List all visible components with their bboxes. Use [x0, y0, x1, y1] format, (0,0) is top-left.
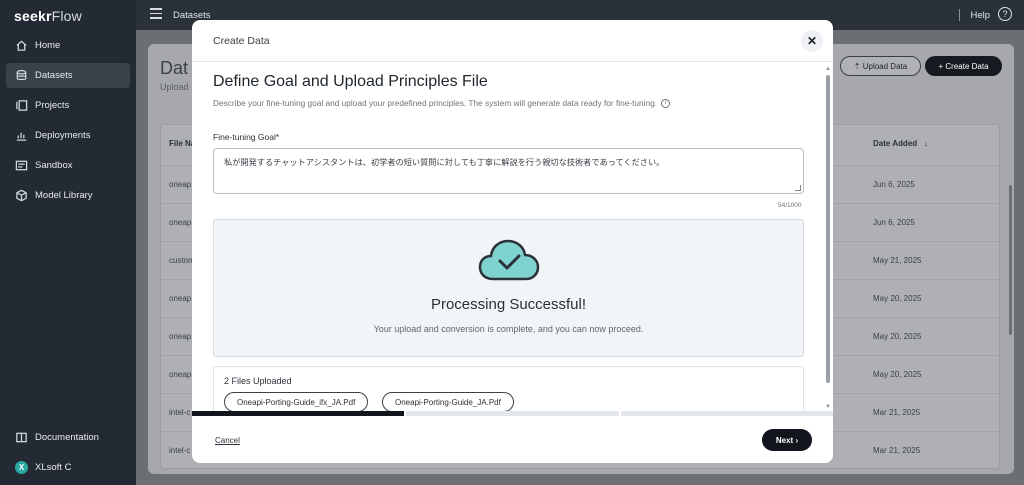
scroll-down-icon[interactable]: ▼ — [825, 404, 831, 410]
row-file-name: custom — [169, 256, 193, 265]
sandbox-icon — [15, 159, 28, 172]
sidebar-item-label: Deployments — [35, 130, 91, 141]
upload-status-panel: Processing Successful! Your upload and c… — [213, 219, 804, 357]
modal-scrollbar[interactable]: ▲ ▼ — [824, 63, 833, 411]
step-description: Describe your fine-tuning goal and uploa… — [213, 98, 670, 108]
sidebar-item-home[interactable]: Home — [6, 33, 130, 58]
page-title: Dat — [160, 58, 189, 78]
home-icon — [15, 39, 28, 52]
book-icon — [15, 431, 28, 444]
database-icon — [15, 69, 28, 82]
success-title: Processing Successful! — [430, 296, 587, 313]
menu-icon[interactable] — [150, 8, 162, 20]
sidebar-item-documentation[interactable]: Documentation — [6, 425, 130, 450]
success-subtitle: Your upload and conversion is complete, … — [373, 324, 644, 334]
char-counter: 54/1000 — [778, 202, 802, 209]
row-file-name: intel-c — [169, 446, 191, 455]
scroll-up-icon[interactable]: ▲ — [825, 66, 831, 72]
goal-label: Fine-tuning Goal* — [213, 132, 280, 142]
row-file-name: intel-c — [169, 408, 191, 417]
help-link[interactable]: Help — [970, 10, 990, 21]
step-heading: Define Goal and Upload Principles File — [213, 73, 488, 90]
sidebar-item-sandbox[interactable]: Sandbox — [6, 153, 130, 178]
files-count: 2 Files Uploaded — [224, 376, 292, 386]
sidebar-item-label: XLsoft C — [35, 462, 72, 473]
upload-data-button[interactable]: ⇡ Upload Data — [840, 56, 921, 76]
goal-textarea[interactable]: 私が開発するチャットアシスタントは、初学者の短い質問に対しても丁寧に解説を行う親… — [213, 148, 804, 194]
scroll-thumb[interactable] — [826, 75, 830, 383]
next-button[interactable]: Next › — [762, 429, 812, 451]
modal-footer: Cancel Next › — [192, 416, 833, 463]
page-subtitle: Upload — [160, 82, 189, 92]
goal-text: 私が開発するチャットアシスタントは、初学者の短い質問に対しても丁寧に解説を行う親… — [224, 157, 665, 167]
sidebar-item-label: Home — [35, 40, 61, 51]
button-label: Upload Data — [862, 61, 908, 71]
sidebar-item-label: Projects — [35, 100, 70, 111]
row-file-name: oneap — [169, 294, 192, 303]
sidebar-item-model-library[interactable]: Model Library — [6, 183, 130, 208]
sidebar-item-label: Datasets — [35, 70, 73, 81]
chart-icon — [15, 129, 28, 142]
cloud-check-icon — [478, 239, 540, 281]
sidebar: seekrFlow Home Datasets Projects Deploym… — [0, 0, 136, 485]
row-date: May 20, 2025 — [873, 370, 922, 379]
divider — [959, 9, 960, 21]
sidebar-item-projects[interactable]: Projects — [6, 93, 130, 118]
uploaded-files-panel: 2 Files Uploaded Oneapi-Porting-Guide_if… — [213, 366, 804, 411]
row-file-name: oneap — [169, 180, 192, 189]
sidebar-item-datasets[interactable]: Datasets — [6, 63, 130, 88]
row-date: Jun 6, 2025 — [873, 180, 915, 189]
row-date: Mar 21, 2025 — [873, 408, 921, 417]
avatar: X — [15, 461, 28, 474]
sidebar-item-account[interactable]: X XLsoft C — [6, 455, 130, 480]
column-header-date[interactable]: Date Added ↓ — [873, 139, 928, 148]
close-button[interactable]: ✕ — [801, 30, 823, 52]
row-file-name: oneap — [169, 218, 192, 227]
cancel-button[interactable]: Cancel — [215, 436, 240, 445]
row-date: May 21, 2025 — [873, 256, 922, 265]
modal-body: Define Goal and Upload Principles File D… — [192, 63, 833, 411]
upload-icon: ⇡ — [853, 61, 863, 71]
info-icon[interactable]: i — [661, 98, 670, 108]
row-date: May 20, 2025 — [873, 294, 922, 303]
create-data-button[interactable]: + Create Data — [925, 56, 1002, 76]
row-date: May 20, 2025 — [873, 332, 922, 341]
sidebar-item-label: Sandbox — [35, 160, 73, 171]
row-file-name: oneap — [169, 370, 192, 379]
close-icon: ✕ — [806, 34, 818, 48]
modal-header: Create Data ✕ — [192, 20, 833, 62]
modal-title: Create Data — [213, 35, 270, 47]
sidebar-item-label: Documentation — [35, 432, 99, 443]
row-file-name: oneap — [169, 332, 192, 341]
cube-icon — [15, 189, 28, 202]
create-data-modal: Create Data ✕ Define Goal and Upload Pri… — [192, 20, 833, 463]
brand-logo[interactable]: seekrFlow — [14, 8, 82, 24]
help-icon[interactable]: ? — [998, 7, 1012, 21]
projects-icon — [15, 99, 28, 112]
sidebar-item-label: Model Library — [35, 190, 93, 201]
row-date: Jun 6, 2025 — [873, 218, 915, 227]
table-scrollbar[interactable] — [1009, 185, 1012, 335]
sort-arrow-icon: ↓ — [917, 139, 928, 148]
row-date: Mar 21, 2025 — [873, 446, 921, 455]
file-chip[interactable]: Oneapi-Porting-Guide_JA.Pdf — [382, 392, 514, 411]
sidebar-item-deployments[interactable]: Deployments — [6, 123, 130, 148]
resize-handle-icon[interactable] — [795, 185, 801, 191]
file-chip[interactable]: Oneapi-Porting-Guide_ifx_JA.Pdf — [224, 392, 369, 411]
